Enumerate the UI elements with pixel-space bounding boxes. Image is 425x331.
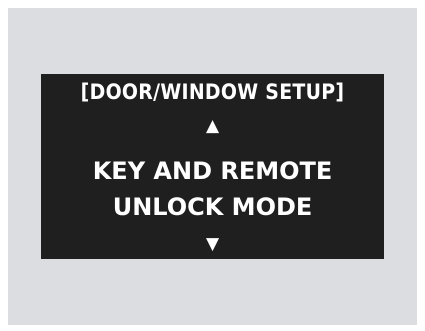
down-arrow-icon[interactable]: ▼: [41, 234, 384, 254]
info-display: [DOOR/WINDOW SETUP] ▲ KEY AND REMOTE UNL…: [41, 74, 384, 259]
display-panel: [DOOR/WINDOW SETUP] ▲ KEY AND REMOTE UNL…: [8, 8, 417, 325]
menu-title: [DOOR/WINDOW SETUP]: [80, 80, 345, 104]
menu-item-line-2: UNLOCK MODE: [112, 193, 313, 221]
up-arrow-icon[interactable]: ▲: [41, 116, 384, 136]
menu-item-line-1: KEY AND REMOTE: [92, 157, 333, 185]
